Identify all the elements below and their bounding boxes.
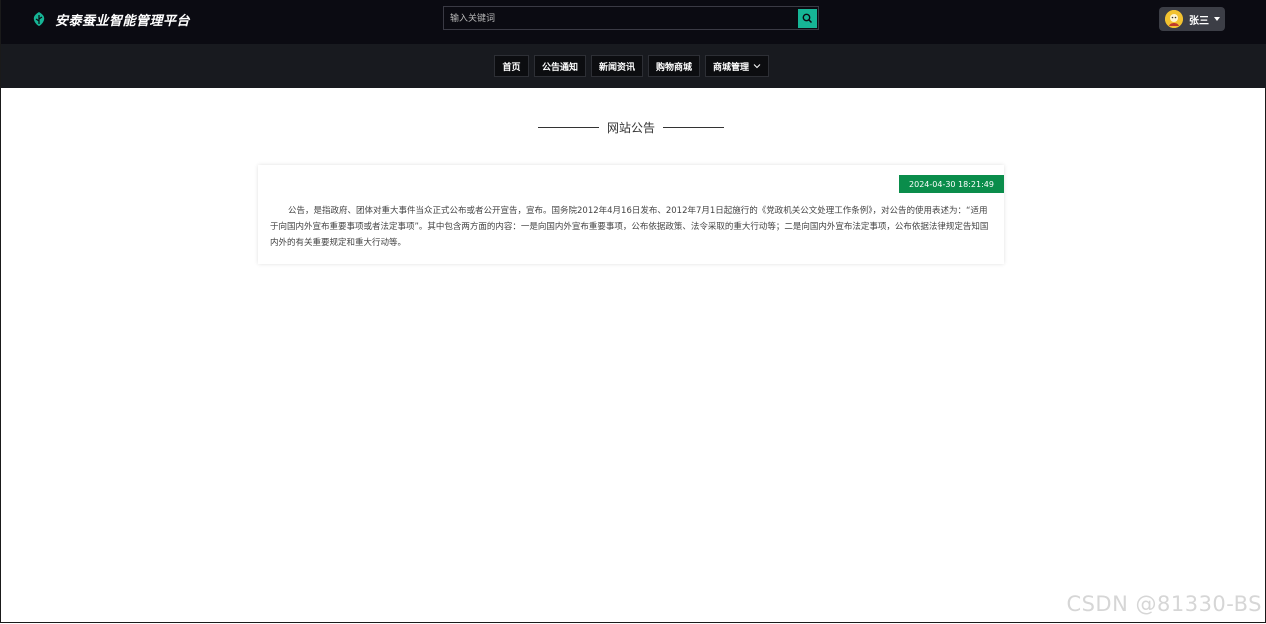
search-button[interactable] [798, 9, 817, 28]
search-icon [802, 13, 813, 24]
brand-title[interactable]: 安泰蚕业智能管理平台 [55, 10, 190, 29]
nav-home[interactable]: 首页 [494, 55, 529, 77]
heading-right-divider [662, 126, 724, 128]
notice-date-badge: 2024-04-30 18:21:49 [899, 175, 1004, 193]
notice-content: 公告，是指政府、团体对重大事件当众正式公布或者公开宣告，宣布。国务院2012年4… [270, 206, 989, 248]
user-name: 张三 [1189, 16, 1209, 27]
user-menu[interactable]: 张三 [1159, 7, 1225, 31]
chevron-down-icon [753, 64, 761, 69]
nav-shop[interactable]: 购物商城 [648, 55, 700, 77]
watermark: CSDN @81330-BS [1066, 592, 1262, 616]
leaf-logo-icon[interactable] [31, 11, 47, 27]
page-frame [0, 0, 1266, 623]
search-box [443, 6, 819, 30]
section-heading: 网站公告 [538, 118, 724, 136]
nav-announcements[interactable]: 公告通知 [534, 55, 586, 77]
avatar [1165, 10, 1183, 28]
nav-shop-management-label: 商城管理 [712, 62, 749, 73]
heading-left-divider [538, 126, 599, 128]
top-bar: 安泰蚕业智能管理平台 张三 [1, 0, 1266, 44]
main-nav: 首页 公告通知 新闻资讯 购物商城 商城管理 [1, 44, 1266, 88]
nav-shop-management[interactable]: 商城管理 [705, 55, 769, 77]
caret-down-icon [1214, 17, 1220, 21]
page-title: 网站公告 [606, 120, 655, 135]
search-input[interactable] [448, 9, 792, 29]
nav-news[interactable]: 新闻资讯 [591, 55, 643, 77]
notice-card: 2024-04-30 18:21:49 公告，是指政府、团体对重大事件当众正式公… [258, 165, 1004, 264]
